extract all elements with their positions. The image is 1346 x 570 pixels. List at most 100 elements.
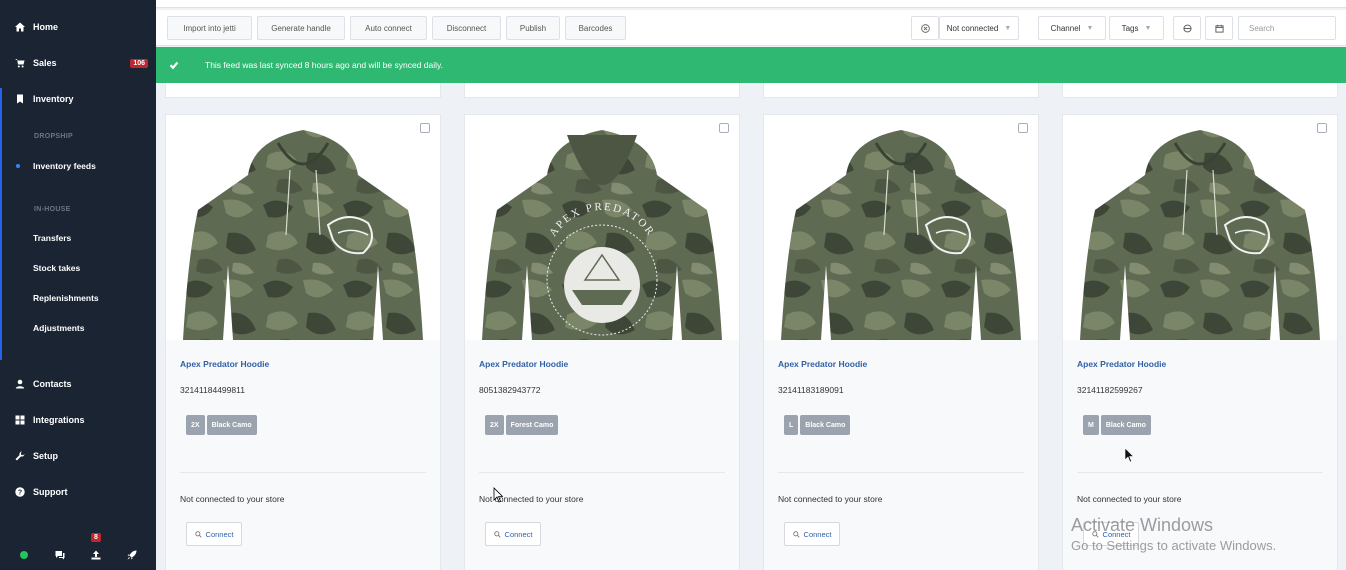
sidebar-item-support[interactable]: ? Support (0, 481, 156, 503)
active-dot (16, 164, 20, 168)
auto-connect-button[interactable]: Auto connect (350, 16, 427, 40)
product-card: Apex Predator Hoodie 32141183189091 L Bl… (763, 114, 1039, 570)
upload-button[interactable]: 8 (89, 533, 103, 562)
generate-handle-button[interactable]: Generate handle (257, 16, 345, 40)
select-checkbox[interactable] (719, 123, 729, 133)
sidebar-item-contacts[interactable]: Contacts (0, 373, 156, 395)
product-image[interactable] (1063, 115, 1337, 340)
product-image[interactable] (166, 115, 440, 340)
search-icon (493, 530, 501, 538)
connect-button[interactable]: Connect (784, 522, 840, 546)
user-icon (14, 378, 26, 390)
barcodes-button[interactable]: Barcodes (565, 16, 626, 40)
connect-button[interactable]: Connect (485, 522, 541, 546)
publish-button[interactable]: Publish (506, 16, 560, 40)
sales-count-badge: 106 (130, 58, 148, 68)
clear-circle-icon (920, 23, 930, 33)
product-card: Apex Predator Hoodie 32141184499811 2X B… (165, 114, 441, 570)
search-input[interactable] (1238, 16, 1336, 40)
sidebar-item-home[interactable]: Home (0, 16, 156, 38)
sync-status-banner: This feed was last synced 8 hours ago an… (156, 47, 1346, 83)
sidebar-item-setup[interactable]: Setup (0, 445, 156, 467)
sidebar-item-label: Sales (33, 58, 57, 68)
card-edge (1062, 83, 1338, 98)
banner-text: This feed was last synced 8 hours ago an… (205, 60, 443, 70)
channel-filter-select[interactable]: Channel ▼ (1038, 16, 1106, 40)
disconnect-button[interactable]: Disconnect (432, 16, 501, 40)
variant-tags: M Black Camo (1083, 415, 1151, 435)
wrench-icon (14, 450, 26, 462)
view-toggle-button[interactable] (1173, 16, 1201, 40)
connect-label: Connect (205, 529, 234, 539)
mouse-cursor (1124, 447, 1134, 463)
import-button[interactable]: Import into jetti (167, 16, 252, 40)
color-tag: Black Camo (206, 415, 257, 435)
chevron-down-icon: ▼ (1144, 24, 1152, 32)
product-title[interactable]: Apex Predator Hoodie (479, 359, 568, 369)
connection-status: Not connected to your store (1077, 494, 1182, 504)
svg-text:?: ? (18, 490, 22, 497)
color-tag: Forest Camo (505, 415, 559, 435)
divider (778, 472, 1024, 473)
main-content: Import into jetti Generate handle Auto c… (156, 0, 1346, 570)
sidebar-item-stock-takes[interactable]: Stock takes (0, 259, 156, 277)
sidebar-item-inventory[interactable]: Inventory (0, 88, 156, 110)
product-image[interactable]: APEX PREDATOR (465, 115, 739, 340)
clear-filter-button[interactable] (911, 16, 939, 40)
product-title[interactable]: Apex Predator Hoodie (1077, 359, 1166, 369)
product-sku: 32141182599267 (1077, 385, 1143, 395)
status-filter-select[interactable]: Not connected ▼ (939, 16, 1019, 40)
section-inhouse: IN-HOUSE (34, 206, 71, 213)
variant-tags: 2X Black Camo (186, 415, 257, 435)
tags-filter-select[interactable]: Tags ▼ (1109, 16, 1164, 40)
watermark-line1: Activate Windows (1071, 515, 1214, 535)
search-icon (792, 530, 800, 538)
sidebar-item-inventory-feeds[interactable]: Inventory feeds (0, 157, 156, 175)
color-tag: Black Camo (800, 415, 851, 435)
product-image[interactable] (764, 115, 1038, 340)
sidebar-item-adjustments[interactable]: Adjustments (0, 319, 156, 337)
select-checkbox[interactable] (420, 123, 430, 133)
watermark-line2: Go to Settings to activate Windows. (1071, 538, 1277, 553)
product-card: Apex Predator Hoodie 32141182599267 M Bl… (1062, 114, 1338, 570)
sidebar-item-label: Contacts (33, 379, 72, 389)
sidebar-item-label: Stock takes (33, 263, 81, 273)
search-icon (194, 530, 202, 538)
launch-button[interactable] (125, 548, 139, 562)
chevron-down-icon: ▼ (1086, 24, 1094, 32)
calendar-icon (1214, 24, 1224, 33)
online-status[interactable] (17, 548, 31, 562)
top-strip (156, 0, 1346, 8)
chat-icon (55, 551, 65, 560)
divider (180, 472, 426, 473)
help-icon: ? (14, 486, 26, 498)
chat-button[interactable] (53, 548, 67, 562)
sidebar-item-sales[interactable]: Sales 106 (0, 52, 156, 74)
layers-icon (1182, 24, 1192, 32)
product-title[interactable]: Apex Predator Hoodie (778, 359, 867, 369)
grid-icon (14, 414, 26, 426)
connect-button[interactable]: Connect (186, 522, 242, 546)
product-sku: 32141183189091 (778, 385, 844, 395)
connect-label: Connect (504, 529, 533, 539)
sidebar-item-label: Inventory (33, 94, 74, 104)
status-filter-value: Not connected (946, 23, 999, 33)
select-checkbox[interactable] (1317, 123, 1327, 133)
product-card: APEX PREDATOR Apex Predator Hoodie 80513… (464, 114, 740, 570)
check-icon (156, 47, 192, 83)
size-tag: L (784, 415, 799, 435)
upload-icon (91, 550, 101, 560)
sidebar-item-transfers[interactable]: Transfers (0, 229, 156, 247)
sidebar-item-label: Setup (33, 451, 59, 461)
cart-icon (14, 57, 26, 69)
sidebar-item-label: Replenishments (33, 293, 99, 303)
sidebar-item-integrations[interactable]: Integrations (0, 409, 156, 431)
date-filter-button[interactable] (1205, 16, 1233, 40)
status-dot-icon (20, 551, 28, 559)
product-title[interactable]: Apex Predator Hoodie (180, 359, 269, 369)
select-checkbox[interactable] (1018, 123, 1028, 133)
sidebar-item-replenishments[interactable]: Replenishments (0, 289, 156, 307)
sidebar-item-label: Integrations (33, 415, 85, 425)
card-edge (464, 83, 740, 98)
sidebar-item-label: Home (33, 22, 59, 32)
